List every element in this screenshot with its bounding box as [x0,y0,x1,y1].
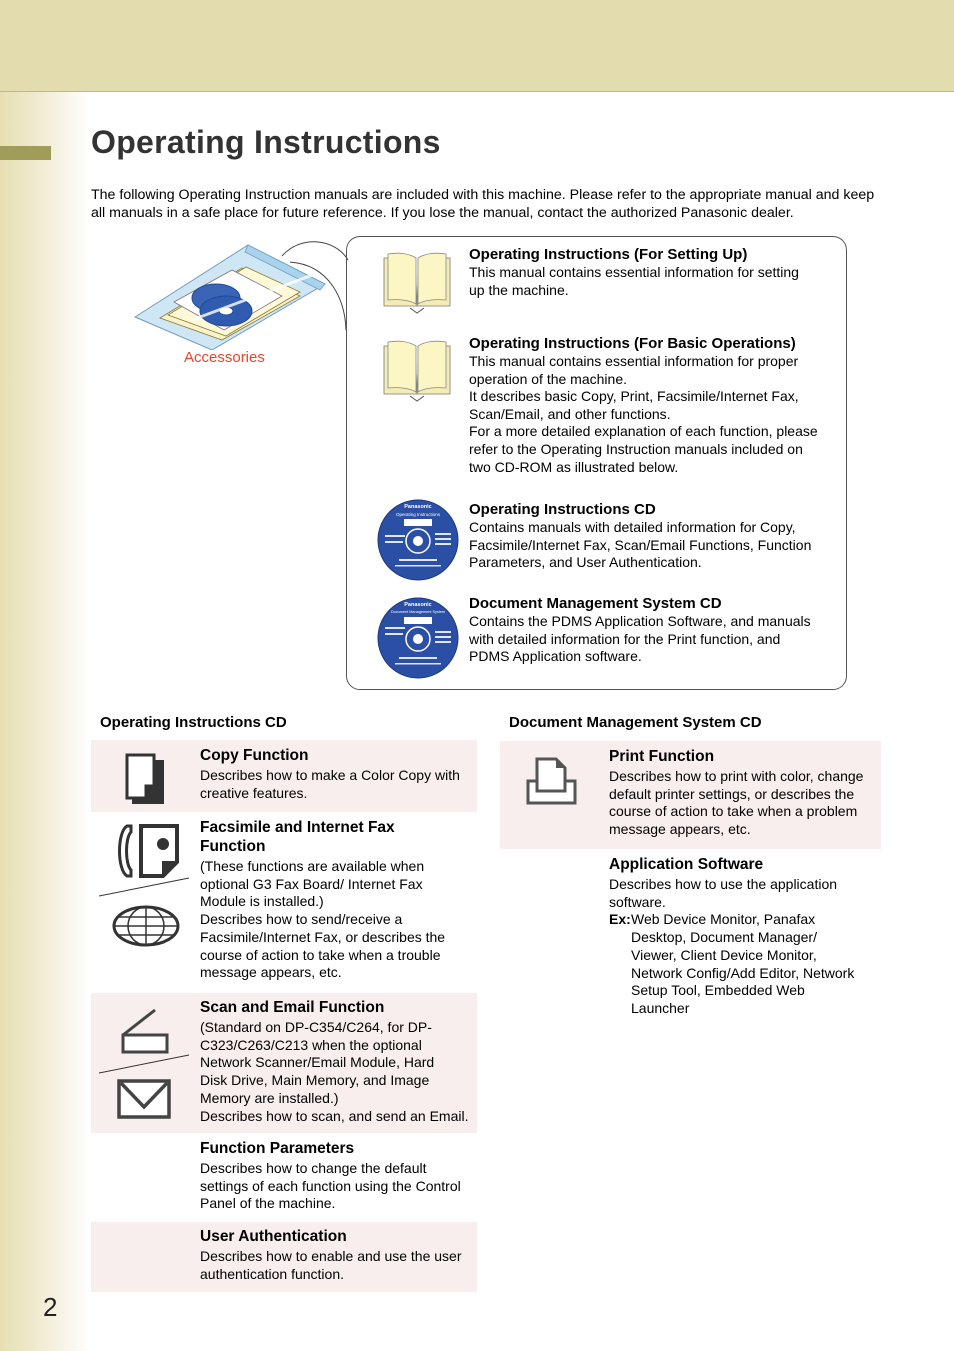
svg-text:Operating Instructions: Operating Instructions [396,512,441,517]
example-line: Web Device Monitor, Panafax [631,911,816,928]
item-desc-line: (These functions are available when [200,858,425,874]
function-parameters-row: Function Parameters Describes how to cha… [91,1133,477,1221]
manual-oi-cd: Operating Instructions CD Contains manua… [469,501,839,572]
manual-desc-line: Parameters, and User Authentication. [469,554,702,571]
user-authentication-row: User Authentication Describes how to ena… [91,1222,477,1292]
dms-cd-heading: Document Management System CD [509,714,762,731]
item-desc-line: default printer settings, or describes t… [609,785,855,802]
header-band [0,0,954,92]
divider-slash [99,1054,190,1074]
manual-desc-line: PDMS Application software. [469,648,642,665]
svg-text:Panasonic: Panasonic [404,504,432,510]
copy-function-row: Copy Function Describes how to make a Co… [91,740,477,812]
item-desc-line: settings of each function using the Cont… [200,1177,461,1194]
accessories-label: Accessories [184,349,265,366]
svg-text:Panasonic: Panasonic [404,602,432,608]
application-software-row: Application Software Describes how to us… [500,849,881,1029]
item-desc-line: Describes how to use the application [609,876,838,892]
example-line: Network Config/Add Editor, Network [631,964,855,981]
item-desc-line: course of action to take when a problem [609,803,858,820]
manual-desc-line: Scan/Email, and other functions. [469,405,671,422]
item-desc-line: message appears, etc. [200,964,342,981]
item-title: Print Function [609,748,715,765]
item-desc-line: Describes how to make a Color Copy with [200,767,460,783]
item-desc-line: Describes how to print with color, chang… [609,768,864,784]
item-desc-line: message appears, etc. [609,821,751,838]
globe-icon [112,905,180,947]
manual-setting-up: Operating Instructions (For Setting Up) … [469,246,839,299]
section-tab-marker [0,146,51,160]
manual-title: Operating Instructions (For Setting Up) [469,246,748,263]
manual-desc-line: For a more detailed explanation of each … [469,423,818,440]
manual-title: Operating Instructions CD [469,501,656,518]
item-desc-line: C323/C263/C213 when the optional [200,1036,422,1053]
item-desc-line: Describes how to change the default [200,1160,427,1176]
print-icon [526,757,577,805]
manual-desc-line: Facsimile/Internet Fax, Scan/Email Funct… [469,536,812,553]
item-desc-line: Module is installed.) [200,893,324,910]
item-title: Facsimile and Internet Fax Function [200,819,395,855]
intro-paragraph: The following Operating Instruction manu… [91,187,875,221]
manual-desc-line: with detailed information for the Print … [469,630,781,647]
item-title: Scan and Email Function [200,999,385,1016]
example-label: Ex [609,911,627,928]
book-icon [383,252,451,314]
manual-desc-line: refer to the Operating Instruction manua… [469,440,803,457]
item-desc-line: Describes how to enable and use the user [200,1248,462,1264]
example-line: Desktop, Document Manager/ [631,929,817,946]
divider-slash [99,877,190,897]
item-title: Copy Function [200,747,309,764]
item-desc-line: (Standard on DP-C354/C264, for DP- [200,1019,432,1035]
manual-desc-line: This manual contains essential informati… [469,353,799,369]
manual-desc-line: It describes basic Copy, Print, Facsimil… [469,388,799,405]
item-desc-line: Describes how to scan, and send an Email… [200,1107,469,1124]
side-margin-band [0,92,90,1351]
manual-desc-line: This manual contains essential informati… [469,264,799,280]
manual-dms-cd: Document Management System CD Contains t… [469,595,839,666]
item-desc-line: Network Scanner/Email Module, Hard [200,1054,435,1071]
cd-icon: Panasonic Document Management System [377,597,459,679]
item-desc-line: Facsimile/Internet Fax, or describes the [200,928,446,945]
manual-title: Document Management System CD [469,595,722,612]
example-line: Viewer, Client Device Monitor, [631,946,817,963]
manual-desc-line: operation of the machine. [469,370,627,387]
example-list: Ex: Web Device Monitor, Panafax Desktop,… [609,911,873,1017]
item-desc-line: creative features. [200,784,308,801]
envelope-icon [117,1079,171,1119]
item-desc-line: Memory are installed.) [200,1089,339,1106]
cd-icon: Panasonic Operating Instructions [377,499,459,581]
item-desc-line: optional G3 Fax Board/ Internet Fax [200,875,423,892]
manual-title: Operating Instructions (For Basic Operat… [469,335,796,352]
manual-desc-line: Contains manuals with detailed informati… [469,519,796,535]
item-desc-line: Panel of the machine. [200,1195,336,1212]
page-title: Operating Instructions [91,124,441,160]
scanner-icon [121,1008,169,1054]
book-icon [383,340,451,402]
item-desc-line: Disk Drive, Main Memory, and Image [200,1072,430,1089]
svg-text:Document Management System: Document Management System [391,610,445,614]
manual-basic-operations: Operating Instructions (For Basic Operat… [469,335,839,476]
item-desc-line: software. [609,893,666,910]
manual-desc-line: Contains the PDMS Application Software, … [469,613,811,629]
item-desc-line: Describes how to send/receive a [200,911,403,928]
manual-desc-line: two CD-ROM as illustrated below. [469,458,679,475]
copy-icon [125,753,164,804]
item-desc-line: course of action to take when a trouble [200,946,441,963]
accessories-envelope-illustration [133,244,327,350]
fax-function-row: Facsimile and Internet Fax Function (The… [91,812,477,992]
scan-email-function-row: Scan and Email Function (Standard on DP-… [91,993,477,1133]
example-line: Launcher [631,999,690,1016]
oi-cd-heading: Operating Instructions CD [100,714,287,731]
item-title: User Authentication [200,1228,347,1245]
example-line: Setup Tool, Embedded Web [631,982,805,999]
item-title: Application Software [609,856,764,873]
print-function-row: Print Function Describes how to print wi… [500,741,881,849]
item-title: Function Parameters [200,1140,355,1157]
item-desc-line: authentication function. [200,1265,344,1282]
fax-icon [118,824,179,878]
manual-desc-line: up the machine. [469,281,569,298]
page-number: 2 [43,1292,58,1322]
